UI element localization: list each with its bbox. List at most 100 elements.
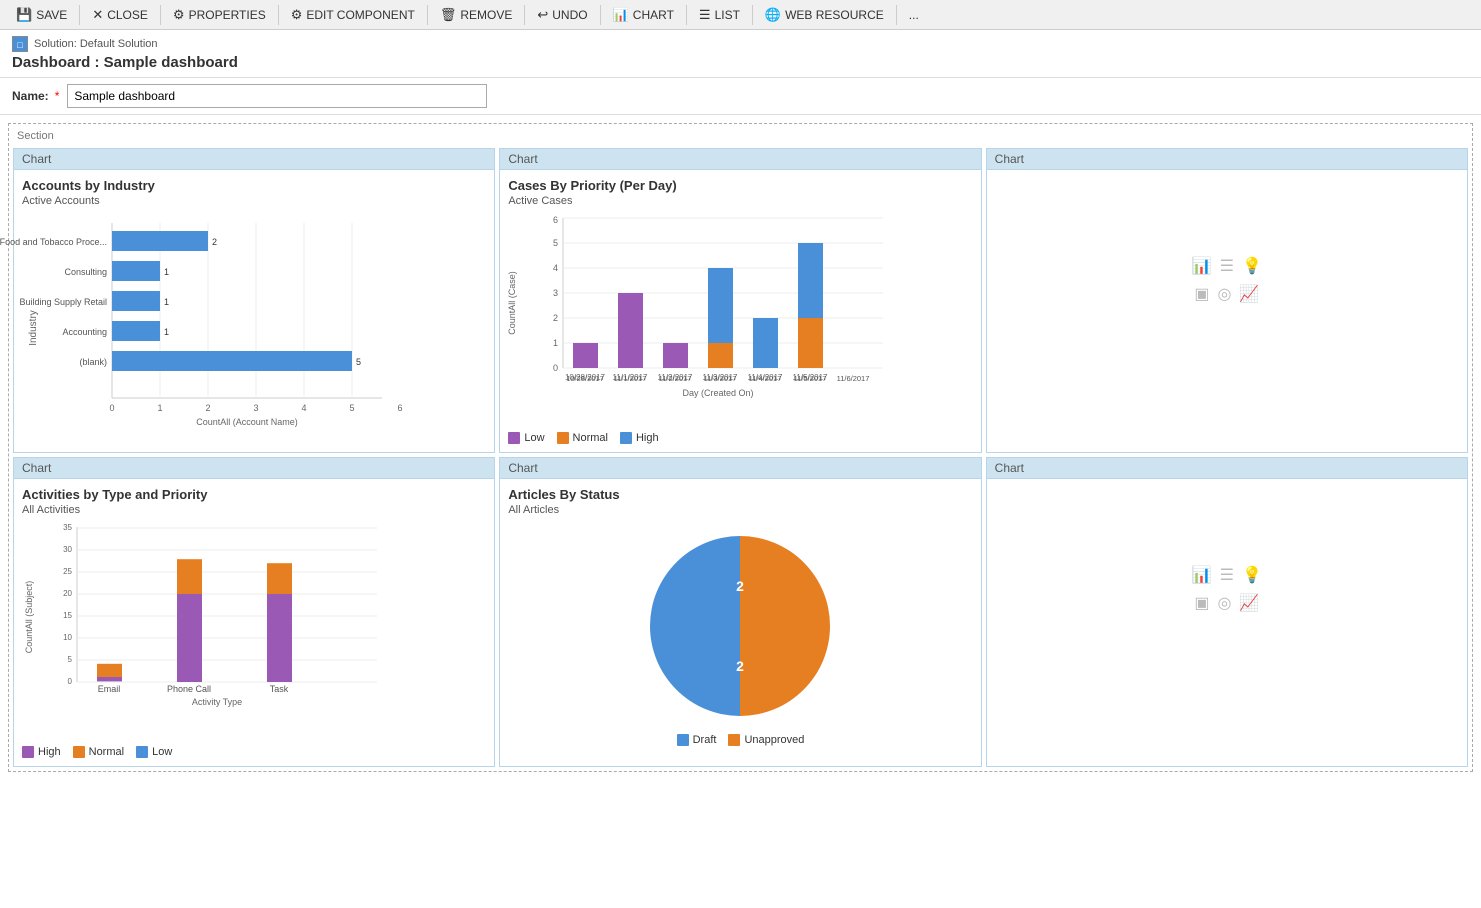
name-label: Name:: [12, 89, 49, 103]
section-label: Section: [13, 128, 1468, 144]
grid-icon[interactable]: ▣: [1194, 284, 1209, 304]
svg-text:3: 3: [253, 403, 258, 413]
legend-high: High: [620, 432, 659, 444]
chart-row-1: Chart Accounts by Industry Active Accoun…: [13, 148, 1468, 453]
svg-text:Phone Call: Phone Call: [167, 684, 211, 694]
toolbar-separator-2: [160, 5, 161, 25]
globe-icon[interactable]: ◎: [1217, 284, 1231, 304]
web-resource-button[interactable]: 🌐 WEB RESOURCE: [757, 5, 892, 25]
svg-text:Industry: Industry: [28, 310, 39, 346]
chart-title-4: Activities by Type and Priority: [22, 487, 486, 502]
chart-header-1: Chart: [14, 149, 494, 170]
chart-empty-1: Chart 📊 ☰ 💡 ▣ ◎ 📈: [986, 148, 1468, 453]
svg-text:2: 2: [737, 578, 745, 594]
lightbulb-icon[interactable]: 💡: [1242, 256, 1262, 276]
svg-text:0: 0: [553, 363, 558, 373]
chart-body-5: Articles By Status All Articles 2 2: [500, 479, 980, 759]
chart-subtitle-5: All Articles: [508, 504, 972, 516]
toolbar: 💾 SAVE ✕ CLOSE ⚙ PROPERTIES ⚙ EDIT COMPO…: [0, 0, 1481, 30]
empty-chart-icon-row-1: 📊 ☰ 💡: [1192, 256, 1262, 276]
svg-text:2: 2: [205, 403, 210, 413]
chart-title-5: Articles By Status: [508, 487, 972, 502]
grid-icon-2[interactable]: ▣: [1194, 593, 1209, 613]
toolbar-separator-3: [278, 5, 279, 25]
toolbar-separator-6: [600, 5, 601, 25]
toolbar-separator-9: [896, 5, 897, 25]
legend-normal-act: Normal: [73, 746, 124, 758]
chart-subtitle-2: Active Cases: [508, 195, 972, 207]
list-icon-empty-2[interactable]: ☰: [1220, 565, 1234, 585]
toolbar-separator-8: [752, 5, 753, 25]
legend-high-dot-act: [22, 746, 34, 758]
articles-legend: Draft Unapproved: [508, 734, 972, 746]
name-row: Name: *: [0, 78, 1481, 115]
accounts-chart-svg: Industry 0: [22, 213, 402, 433]
svg-text:Email: Email: [98, 684, 121, 694]
chart-empty-2: Chart 📊 ☰ 💡 ▣ ◎ 📈: [986, 457, 1468, 767]
chart-subtitle-1: Active Accounts: [22, 195, 486, 207]
svg-text:15: 15: [63, 611, 72, 620]
chart-button[interactable]: 📊 CHART: [605, 5, 682, 25]
chart-header-3: Chart: [987, 149, 1467, 170]
svg-text:5: 5: [553, 238, 558, 248]
legend-high-act: High: [22, 746, 61, 758]
svg-text:Building Supply Retail: Building Supply Retail: [19, 297, 107, 307]
empty-chart-icon-row-4: ▣ ◎ 📈: [1194, 593, 1259, 613]
remove-icon: 🗑: [440, 7, 457, 23]
trend-icon[interactable]: 📈: [1239, 284, 1259, 304]
remove-button[interactable]: 🗑 REMOVE: [432, 5, 521, 25]
svg-text:1: 1: [164, 267, 169, 277]
legend-draft-dot: [677, 734, 689, 746]
svg-text:1: 1: [164, 327, 169, 337]
chart-subtitle-4: All Activities: [22, 504, 486, 516]
svg-text:11/1/2017: 11/1/2017: [614, 374, 647, 383]
chart-icon: 📊: [613, 7, 629, 23]
svg-text:4: 4: [301, 403, 306, 413]
more-button[interactable]: ...: [901, 6, 927, 24]
chart-activities: Chart Activities by Type and Priority Al…: [13, 457, 495, 767]
pie-chart-svg: 2 2: [640, 526, 840, 726]
properties-button[interactable]: ⚙ PROPERTIES: [165, 5, 274, 25]
toolbar-separator-7: [686, 5, 687, 25]
svg-text:11/6/2017: 11/6/2017: [837, 374, 870, 383]
dashboard-name-input[interactable]: [67, 84, 487, 108]
chart-articles: Chart Articles By Status All Articles 2 …: [499, 457, 981, 767]
globe-icon-2[interactable]: ◎: [1217, 593, 1231, 613]
save-icon: 💾: [16, 7, 32, 23]
svg-text:1: 1: [164, 297, 169, 307]
bar-chart-icon[interactable]: 📊: [1192, 256, 1212, 276]
svg-text:1: 1: [553, 338, 558, 348]
name-required: *: [55, 89, 60, 103]
svg-text:2: 2: [212, 237, 217, 247]
properties-icon: ⚙: [173, 7, 185, 23]
svg-text:11/5/2017: 11/5/2017: [794, 374, 827, 383]
svg-text:5: 5: [349, 403, 354, 413]
svg-text:4: 4: [553, 263, 558, 273]
list-button[interactable]: ☰ LIST: [691, 5, 748, 25]
list-icon-empty[interactable]: ☰: [1220, 256, 1234, 276]
svg-text:6: 6: [397, 403, 402, 413]
svg-text:Task: Task: [270, 684, 289, 694]
svg-text:Food and Tobacco Proce...: Food and Tobacco Proce...: [0, 237, 107, 247]
legend-normal-dot: [557, 432, 569, 444]
bar-chart-icon-2[interactable]: 📊: [1192, 565, 1212, 585]
toolbar-separator-4: [427, 5, 428, 25]
web-resource-icon: 🌐: [765, 7, 781, 23]
solution-icon: □: [12, 36, 28, 52]
undo-button[interactable]: ↩ UNDO: [529, 5, 595, 25]
save-button[interactable]: 💾 SAVE: [8, 5, 75, 25]
empty-chart-icons-2: 📊 ☰ 💡 ▣ ◎ 📈: [1192, 487, 1262, 691]
edit-icon: ⚙: [291, 7, 303, 23]
svg-text:10: 10: [63, 633, 72, 642]
svg-text:25: 25: [63, 567, 72, 576]
close-button[interactable]: ✕ CLOSE: [84, 5, 156, 25]
activities-chart-svg: CountAll (Subject): [22, 522, 402, 737]
svg-text:11/2/2017: 11/2/2017: [659, 374, 692, 383]
legend-unapproved-dot: [728, 734, 740, 746]
trend-icon-2[interactable]: 📈: [1239, 593, 1259, 613]
chart-header-6: Chart: [987, 458, 1467, 479]
lightbulb-icon-2[interactable]: 💡: [1242, 565, 1262, 585]
edit-component-button[interactable]: ⚙ EDIT COMPONENT: [283, 5, 423, 25]
chart-row-2: Chart Activities by Type and Priority Al…: [13, 457, 1468, 767]
chart-title-2: Cases By Priority (Per Day): [508, 178, 972, 193]
